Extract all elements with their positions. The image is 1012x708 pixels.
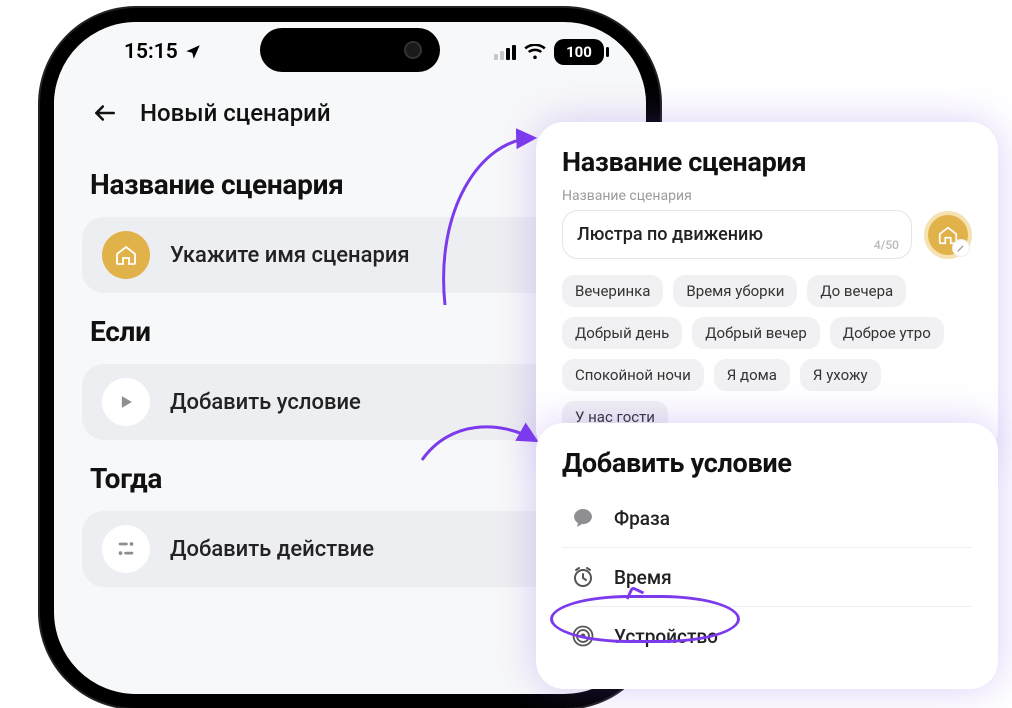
wifi-icon (524, 44, 546, 60)
scenario-icon-picker[interactable] (924, 211, 972, 259)
dynamic-island (260, 28, 440, 72)
popover-name-title: Название сценария (562, 146, 972, 178)
section-title-if: Если (90, 315, 610, 348)
suggestion-chip[interactable]: Вечеринка (562, 275, 663, 307)
back-button[interactable] (90, 98, 120, 128)
suggestion-chip[interactable]: Добрый вечер (692, 317, 820, 349)
row-add-action-label: Добавить действие (170, 537, 374, 562)
speech-icon (568, 503, 598, 533)
suggestion-chip[interactable]: Я дома (714, 359, 790, 391)
scenario-name-value: Люстра по движению (577, 224, 763, 245)
popover-add-condition: Добавить условие Фраза Время Устройство (536, 423, 998, 689)
location-icon (184, 43, 202, 61)
popover-condition-title: Добавить условие (562, 447, 972, 479)
play-icon (102, 378, 150, 426)
condition-option-label: Фраза (614, 507, 670, 530)
suggestion-chip[interactable]: Я ухожу (800, 359, 881, 391)
sensor-icon (568, 621, 598, 651)
clock-icon (568, 562, 598, 592)
suggestion-chip[interactable]: Время уборки (673, 275, 797, 307)
section-title-then: Тогда (90, 462, 610, 495)
suggestion-chip[interactable]: Спокойной ночи (562, 359, 704, 391)
condition-option-clock[interactable]: Время (562, 547, 972, 606)
battery-indicator: 100 (554, 39, 604, 65)
suggestion-chip[interactable]: До вечера (807, 275, 906, 307)
suggestion-chip[interactable]: Доброе утро (830, 317, 944, 349)
condition-option-speech[interactable]: Фраза (562, 489, 972, 547)
status-bar: 15:15 100 (54, 22, 646, 82)
section-title-name: Название сценария (90, 168, 610, 201)
cellular-icon (494, 44, 516, 60)
status-time-text: 15:15 (124, 40, 178, 64)
condition-option-sensor[interactable]: Устройство (562, 606, 972, 665)
pencil-icon (952, 239, 970, 257)
scenario-name-input[interactable]: Люстра по движению 4/50 (562, 210, 912, 259)
nav-title: Новый сценарий (140, 99, 331, 127)
action-icon (102, 525, 150, 573)
row-specify-name-label: Укажите имя сценария (170, 243, 410, 268)
row-add-condition-label: Добавить условие (170, 390, 361, 415)
suggestion-chips: Вечеринка Время уборки До вечера Добрый ден… (562, 275, 972, 433)
scenario-name-counter: 4/50 (874, 238, 899, 252)
popover-name-sublabel: Название сценария (562, 188, 972, 204)
home-icon (102, 231, 150, 279)
condition-list: Фраза Время Устройство (562, 489, 972, 665)
status-right: 100 (494, 39, 604, 65)
status-time: 15:15 (124, 40, 202, 64)
condition-option-label: Время (614, 566, 672, 589)
popover-scenario-name: Название сценария Название сценария Люст… (536, 122, 998, 457)
suggestion-chip[interactable]: Добрый день (562, 317, 682, 349)
condition-option-label: Устройство (614, 625, 718, 648)
arrow-left-icon (92, 100, 118, 126)
